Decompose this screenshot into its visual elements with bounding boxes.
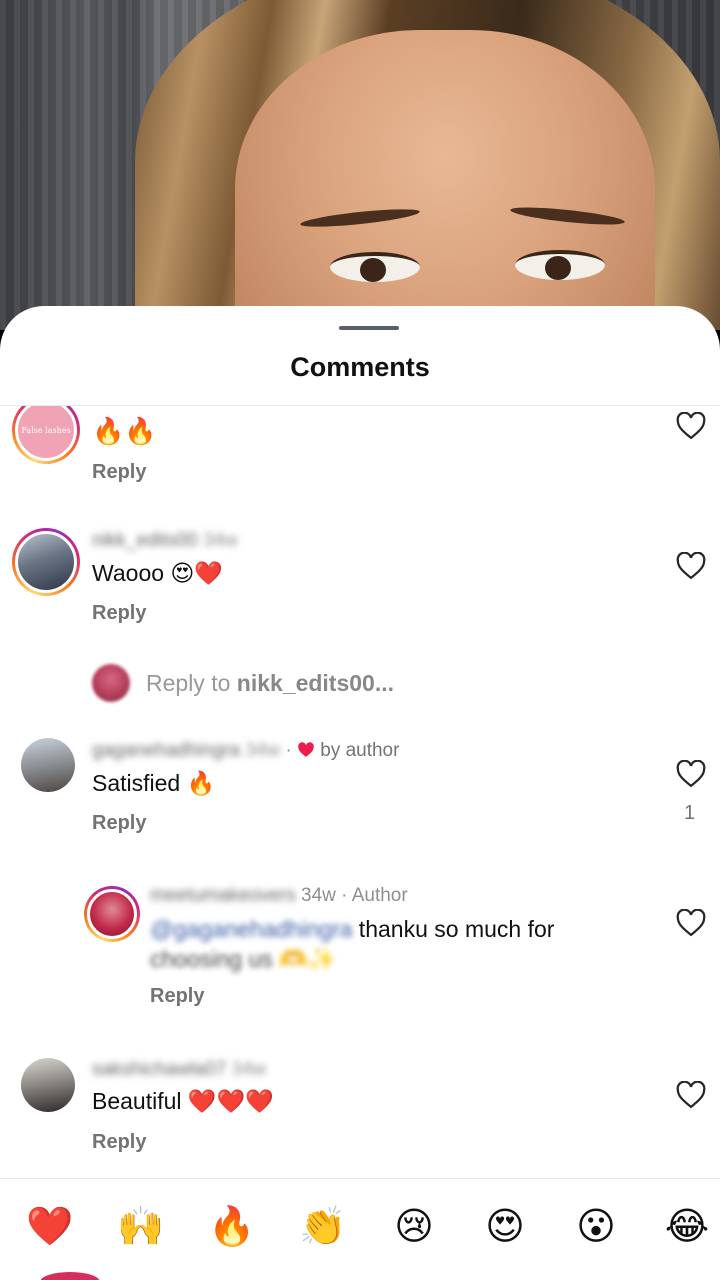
like-heart-icon[interactable] (676, 412, 706, 440)
comments-sheet: Comments False lashes 🔥🔥 Reply nikk_edit… (0, 306, 720, 1280)
video-subject-face (235, 30, 655, 330)
comments-list[interactable]: False lashes 🔥🔥 Reply nikk_edits00 34w W… (0, 406, 720, 1178)
comment-text-continued: choosing us 🫶✨ (150, 946, 337, 972)
author-tag: Author (351, 885, 408, 906)
like-heart-icon[interactable] (676, 760, 706, 788)
comment-time: 34w (245, 740, 281, 761)
avatar[interactable] (21, 1058, 75, 1112)
reaction-crying-icon[interactable]: 😢 (386, 1201, 442, 1251)
comment-text: 🔥🔥 (92, 416, 157, 446)
like-heart-icon[interactable] (676, 1081, 706, 1109)
mention-link[interactable]: @gaganehadhingra (150, 916, 352, 942)
avatar-label: False lashes (21, 425, 71, 435)
username[interactable]: sakshichawla07 (92, 1059, 226, 1080)
comment-time: 34w (202, 530, 238, 551)
reaction-laughing-icon[interactable]: 😂 (659, 1201, 715, 1251)
comment-text: thanku so much for (352, 916, 555, 942)
avatar[interactable]: False lashes (12, 406, 80, 464)
reply-button[interactable]: Reply (92, 812, 146, 835)
reaction-clap-icon[interactable]: 👏 (295, 1201, 351, 1251)
comment-text: Waooo 😍❤️ (92, 560, 224, 586)
quick-reactions-bar: ❤️ 🙌 🔥 👏 😢 😍 😮 😂 (0, 1178, 720, 1280)
like-count: 1 (684, 802, 696, 824)
sheet-title: Comments (290, 352, 430, 382)
reply-to-prefix: Reply to (146, 670, 237, 696)
reply-button[interactable]: Reply (92, 461, 146, 484)
video-subject-eye-right (515, 250, 605, 280)
comment-text: Satisfied 🔥 (92, 770, 216, 796)
reaction-surprised-icon[interactable]: 😮 (568, 1201, 624, 1251)
reply-to-username: nikk_edits00... (236, 670, 395, 696)
reaction-fire-icon[interactable]: 🔥 (204, 1201, 260, 1251)
reply-button[interactable]: Reply (92, 1131, 146, 1154)
reaction-raised-hands-icon[interactable]: 🙌 (113, 1201, 169, 1251)
my-avatar (92, 664, 130, 702)
video-background (0, 0, 720, 330)
comment-time: 34w (301, 885, 336, 906)
username[interactable]: nikk_edits00 (92, 530, 198, 551)
avatar[interactable] (84, 886, 140, 942)
avatar[interactable] (12, 528, 80, 596)
reply-button[interactable]: Reply (150, 985, 204, 1008)
author-liked-heart-icon (298, 742, 314, 757)
comment-text: Beautiful ❤️❤️❤️ (92, 1088, 274, 1114)
comment-time: 34w (231, 1059, 267, 1080)
username[interactable]: meetumakeovers (150, 885, 296, 906)
avatar[interactable] (21, 738, 75, 792)
video-subject-eye-left (330, 252, 420, 282)
liked-by-author-label: by author (320, 740, 400, 761)
username[interactable]: gaganehadhingra (92, 740, 240, 761)
like-heart-icon[interactable] (676, 552, 706, 580)
reply-button[interactable]: Reply (92, 602, 146, 625)
sheet-drag-handle[interactable] (339, 326, 399, 330)
reaction-heart-eyes-icon[interactable]: 😍 (477, 1201, 533, 1251)
reaction-heart-icon[interactable]: ❤️ (22, 1201, 78, 1251)
like-heart-icon[interactable] (676, 909, 706, 937)
